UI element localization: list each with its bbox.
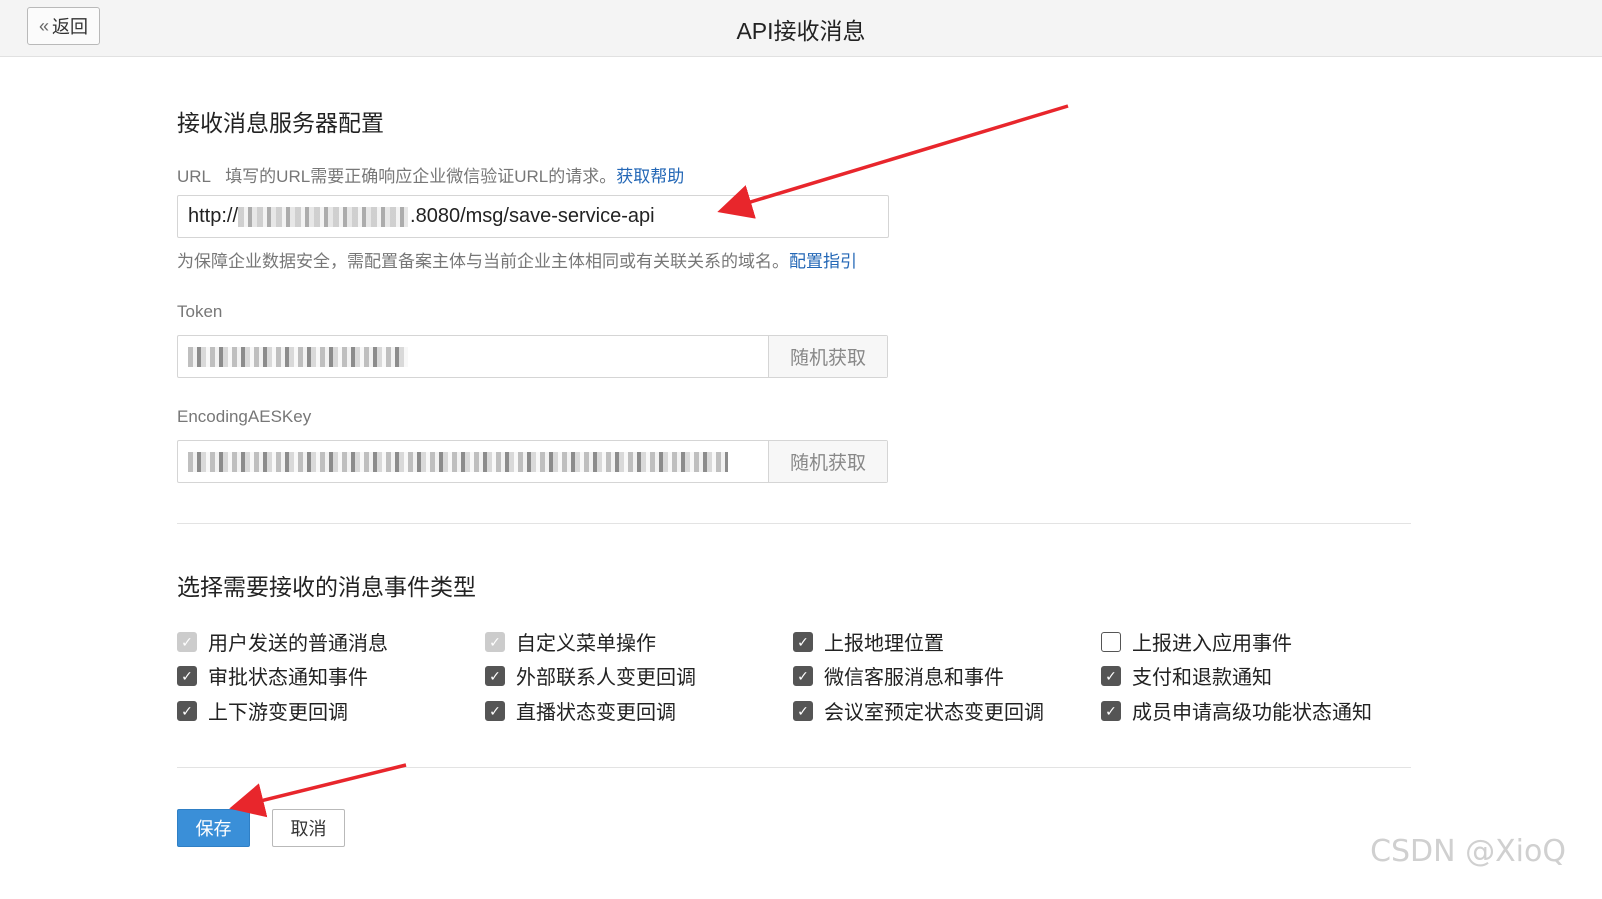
token-field: 随机获取 (177, 335, 888, 378)
watermark: CSDN @XioQ (1370, 834, 1566, 869)
help-link[interactable]: 获取帮助 (616, 167, 684, 186)
aes-key-field: 随机获取 (177, 440, 888, 483)
redacted-host (238, 206, 409, 227)
event-checkbox-label: 直播状态变更回调 (516, 702, 676, 724)
aes-key-label: EncodingAESKey (177, 407, 312, 426)
event-checkbox-item[interactable]: ✓ 直播状态变更回调 (485, 696, 676, 725)
token-input[interactable] (178, 336, 768, 377)
page-title: API接收消息 (736, 18, 866, 44)
event-checkbox-label: 上下游变更回调 (208, 702, 348, 724)
checkbox-icon[interactable]: ✓ (793, 631, 813, 652)
checkbox-icon: ✓ (485, 631, 505, 652)
checkbox-icon[interactable]: ✓ (1101, 700, 1121, 721)
server-config-title: 接收消息服务器配置 (177, 110, 384, 136)
url-label: URL (177, 167, 212, 186)
security-hint-text: 为保障企业数据安全，需配置备案主体与当前企业主体相同或有关联关系的域名。 (177, 252, 789, 271)
event-checkbox-item[interactable]: ✓ 会议室预定状态变更回调 (793, 696, 1044, 725)
redacted-aes-key (188, 451, 728, 472)
event-checkbox-label: 微信客服消息和事件 (824, 667, 1004, 689)
event-checkbox-label: 外部联系人变更回调 (516, 667, 696, 689)
event-checkbox-item[interactable]: ✓ 上报地理位置 (793, 627, 944, 656)
redacted-token (188, 346, 408, 367)
url-input[interactable]: http:// .8080/msg/save-service-api (177, 195, 889, 238)
events-title: 选择需要接收的消息事件类型 (177, 574, 476, 600)
security-hint: 为保障企业数据安全，需配置备案主体与当前企业主体相同或有关联关系的域名。配置指引 (177, 247, 857, 272)
event-checkbox-item[interactable]: ✓ 上下游变更回调 (177, 696, 348, 725)
config-guide-link[interactable]: 配置指引 (789, 252, 857, 271)
url-suffix: .8080/msg/save-service-api (410, 205, 655, 227)
aes-key-input[interactable] (178, 441, 768, 482)
footer-divider (177, 767, 1411, 768)
event-checkbox-item[interactable]: ✓ 成员申请高级功能状态通知 (1101, 696, 1372, 725)
url-hint-text: 填写的URL需要正确响应企业微信验证URL的请求。 (225, 167, 617, 186)
checkbox-icon: ✓ (177, 631, 197, 652)
checkbox-icon[interactable]: ✓ (177, 665, 197, 686)
section-divider (177, 523, 1411, 524)
event-checkbox-item[interactable]: 上报进入应用事件 (1101, 627, 1292, 656)
event-checkbox-item[interactable]: ✓ 审批状态通知事件 (177, 661, 368, 690)
checkbox-icon[interactable]: ✓ (485, 665, 505, 686)
checkbox-icon[interactable]: ✓ (177, 700, 197, 721)
event-checkbox-item[interactable]: ✓ 支付和退款通知 (1101, 661, 1272, 690)
event-checkbox-item[interactable]: ✓ 外部联系人变更回调 (485, 661, 696, 690)
checkbox-icon[interactable]: ✓ (793, 700, 813, 721)
event-checkbox-item[interactable]: ✓ 微信客服消息和事件 (793, 661, 1004, 690)
checkbox-icon[interactable] (1101, 631, 1121, 652)
event-checkbox-label: 用户发送的普通消息 (208, 633, 388, 655)
cancel-button[interactable]: 取消 (272, 809, 345, 847)
event-checkbox-item: ✓ 自定义菜单操作 (485, 627, 656, 656)
top-bar: « 返回 API接收消息 (0, 0, 1602, 57)
event-checkbox-label: 自定义菜单操作 (516, 633, 656, 655)
checkbox-icon[interactable]: ✓ (1101, 665, 1121, 686)
event-checkbox-label: 成员申请高级功能状态通知 (1132, 702, 1372, 724)
aes-key-random-button[interactable]: 随机获取 (768, 441, 887, 482)
save-button[interactable]: 保存 (177, 809, 250, 847)
arrow-to-save (229, 763, 407, 818)
token-label: Token (177, 302, 223, 321)
url-prefix: http:// (188, 205, 239, 227)
event-checkbox-label: 上报地理位置 (824, 633, 944, 655)
url-hint: URL 填写的URL需要正确响应企业微信验证URL的请求。获取帮助 (177, 162, 684, 187)
event-checkbox-label: 支付和退款通知 (1132, 667, 1272, 689)
checkbox-icon[interactable]: ✓ (485, 700, 505, 721)
event-checkbox-label: 会议室预定状态变更回调 (824, 702, 1044, 724)
event-checkbox-label: 上报进入应用事件 (1132, 633, 1292, 655)
checkbox-icon[interactable]: ✓ (793, 665, 813, 686)
event-checkbox-label: 审批状态通知事件 (208, 667, 368, 689)
event-checkbox-item: ✓ 用户发送的普通消息 (177, 627, 388, 656)
token-random-button[interactable]: 随机获取 (768, 336, 887, 377)
